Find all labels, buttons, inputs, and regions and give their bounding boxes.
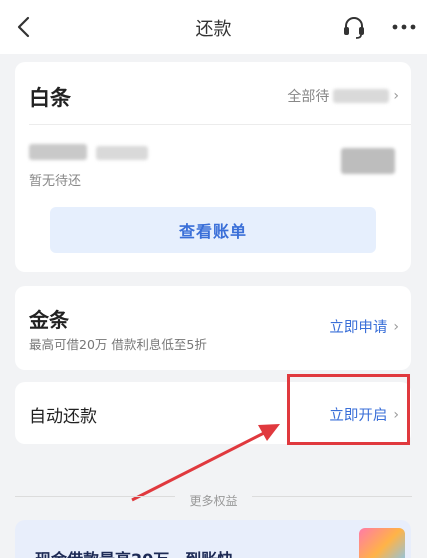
promo-text: 现金借款最高20万，到账快 — [35, 546, 233, 558]
apply-now-label: 立即申请 — [329, 320, 388, 336]
more-benefits-heading: 更多权益 — [0, 490, 427, 509]
blurred-amount — [341, 148, 395, 178]
baitiao-all-label: 全部待 — [287, 89, 330, 105]
headset-icon[interactable] — [340, 13, 368, 41]
view-bill-button[interactable]: 查看账单 — [50, 207, 376, 253]
annotation-highlight-box — [287, 374, 410, 445]
jintiao-card: 金条 最高可借20万 借款利息低至5折 立即申请 › — [15, 286, 411, 370]
gift-icon — [359, 528, 405, 558]
baitiao-all-link[interactable]: 全部待 › — [287, 86, 399, 106]
nav-bar: 还款 — [0, 0, 427, 54]
baitiao-title: 白条 — [29, 86, 71, 110]
baitiao-card: 白条 全部待 › 暂无待还 查看账单 — [15, 62, 411, 272]
more-dots-icon[interactable] — [390, 13, 418, 41]
promo-banner[interactable]: 现金借款最高20万，到账快 — [15, 520, 411, 558]
baitiao-status: 暂无待还 — [29, 174, 82, 189]
auto-repay-title: 自动还款 — [29, 407, 97, 427]
divider — [29, 124, 411, 125]
chevron-right-icon: › — [393, 88, 399, 104]
blurred-text — [333, 89, 390, 103]
jintiao-title: 金条 — [29, 308, 69, 332]
jintiao-description: 最高可借20万 借款利息低至5折 — [29, 337, 207, 352]
chevron-right-icon: › — [393, 318, 399, 335]
blurred-bill-label — [29, 144, 149, 164]
apply-now-link[interactable]: 立即申请 › — [329, 316, 399, 337]
